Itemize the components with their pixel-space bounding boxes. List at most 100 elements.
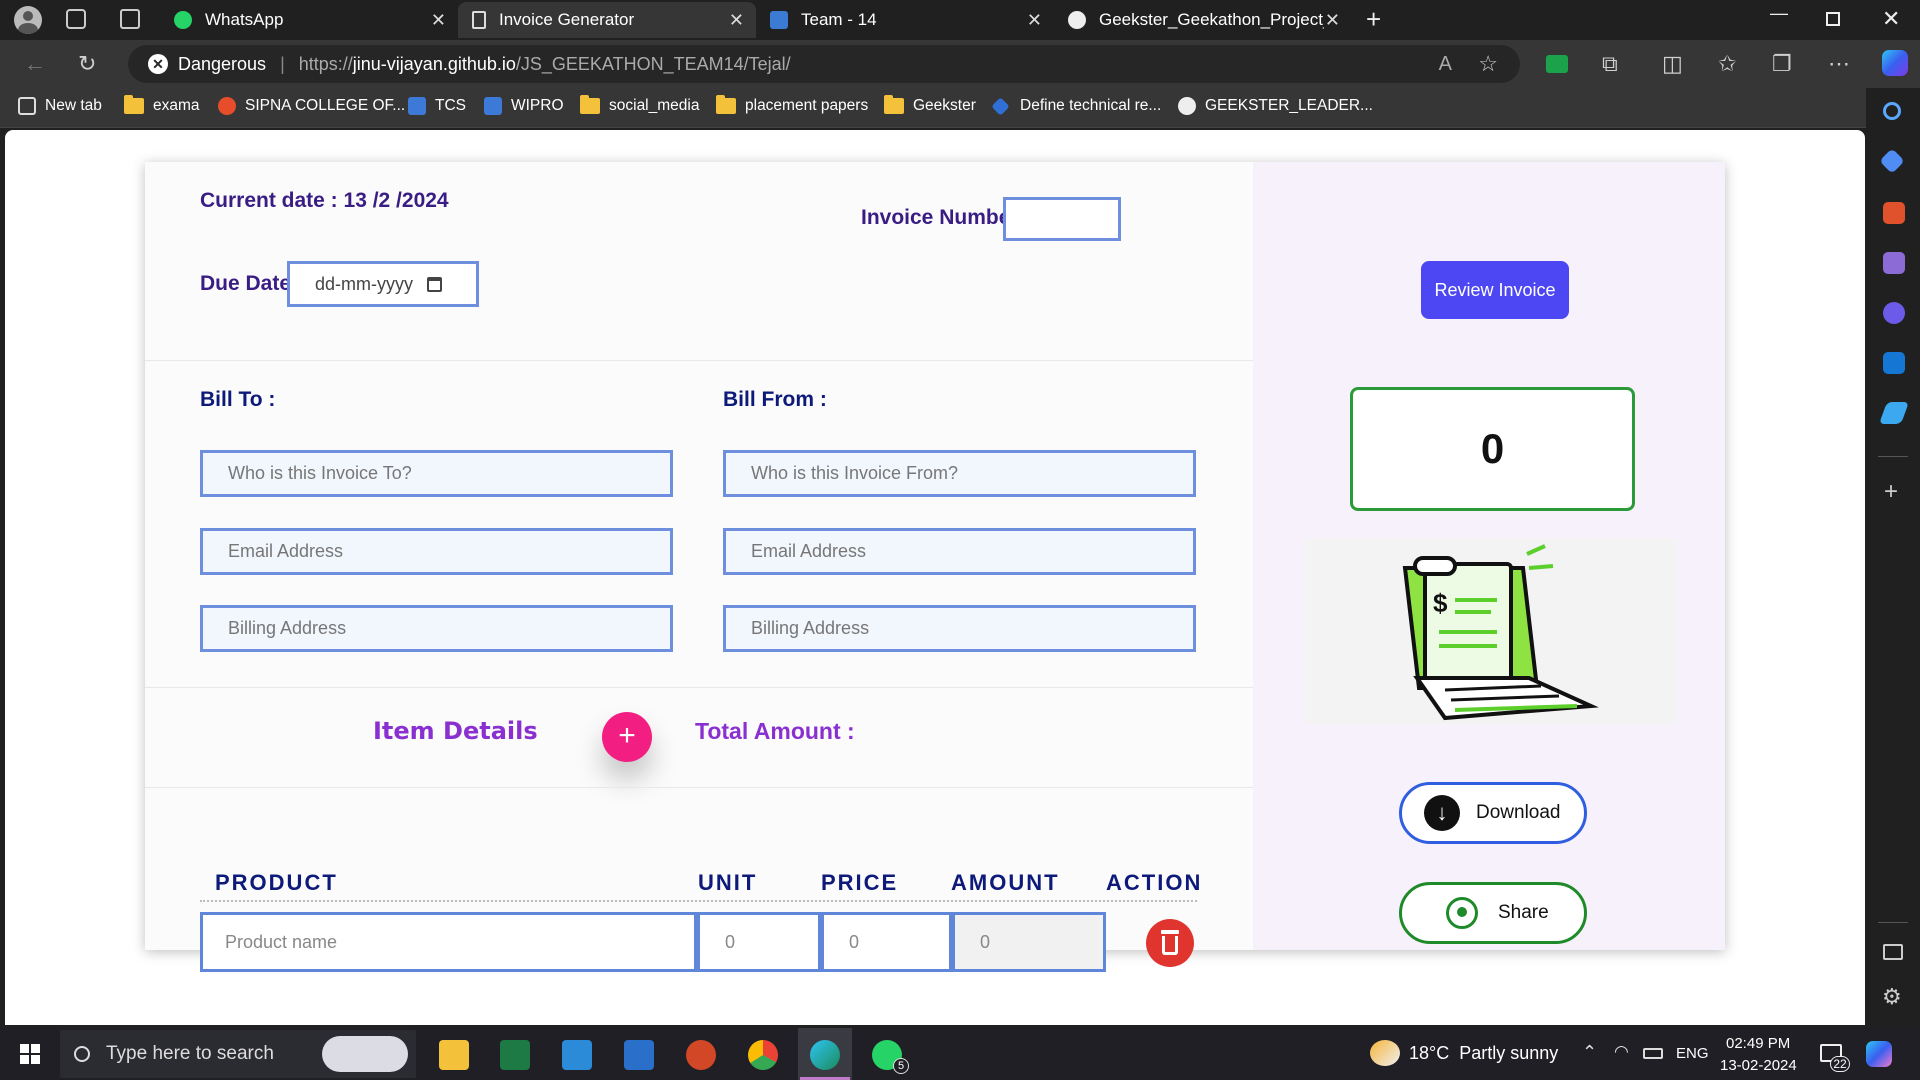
vscode-icon[interactable] xyxy=(562,1040,592,1070)
bookmark-geekster-leader[interactable]: GEEKSTER_LEADER... xyxy=(1178,97,1373,115)
address-bar[interactable]: ✕ Dangerous | https:// jinu-vijayan.gith… xyxy=(128,45,1520,83)
workspaces-icon[interactable] xyxy=(66,9,86,29)
tcs-icon xyxy=(408,97,426,115)
column-price: PRICE xyxy=(821,870,899,895)
vertical-tabs-icon[interactable] xyxy=(120,9,140,29)
bill-from-name-input[interactable]: Who is this Invoice From? xyxy=(723,450,1196,497)
excel-icon[interactable] xyxy=(500,1040,530,1070)
favorite-star-icon[interactable]: ☆ xyxy=(1478,51,1498,77)
file-explorer-icon[interactable] xyxy=(439,1040,469,1070)
printer-extension-icon[interactable] xyxy=(1546,55,1568,73)
tab-team-14[interactable]: Team - 14 ✕ xyxy=(756,2,1054,38)
bookmark-geekster[interactable]: Geekster xyxy=(884,95,976,115)
bookmark-exama[interactable]: exama xyxy=(124,95,200,115)
back-icon[interactable]: ← xyxy=(24,51,46,77)
due-date-input[interactable]: dd-mm-yyyy xyxy=(287,261,479,307)
tab-invoice-generator[interactable]: Invoice Generator ✕ xyxy=(458,2,756,38)
copilot-search-icon[interactable] xyxy=(322,1036,408,1072)
bill-to-label: Bill To : xyxy=(200,388,276,411)
sipna-icon xyxy=(218,97,236,115)
bookmark-new-tab[interactable]: New tab xyxy=(18,97,102,115)
share-button[interactable]: Share xyxy=(1399,882,1587,944)
bookmark-placement-papers[interactable]: placement papers xyxy=(716,95,868,115)
tray-chevron-icon[interactable]: ⌃ xyxy=(1582,1042,1597,1063)
security-status[interactable]: Dangerous xyxy=(178,54,266,75)
weather-icon[interactable] xyxy=(1370,1040,1400,1066)
bookmark-sipna[interactable]: SIPNA COLLEGE OF... xyxy=(218,97,405,115)
extensions-icon[interactable]: ⧉ xyxy=(1602,51,1618,77)
minimize-icon[interactable]: — xyxy=(1770,3,1788,24)
invoice-number-input[interactable] xyxy=(1003,197,1121,241)
windows-start-icon[interactable] xyxy=(20,1044,40,1064)
wipro-icon xyxy=(484,97,502,115)
settings-gear-icon[interactable]: ⚙ xyxy=(1882,984,1902,1010)
price-input[interactable]: 0 xyxy=(821,912,952,972)
invoice-form: Current date : 13 /2 /2024 Invoice Numbe… xyxy=(145,162,1253,972)
battery-icon[interactable] xyxy=(1643,1048,1663,1059)
dev-icon[interactable] xyxy=(624,1040,654,1070)
close-tab-icon[interactable]: ✕ xyxy=(431,10,446,31)
shopping-tag-icon[interactable] xyxy=(1879,148,1905,174)
bill-to-address-input[interactable]: Billing Address xyxy=(200,605,673,652)
profile-avatar-icon[interactable] xyxy=(14,6,42,34)
more-icon[interactable]: ⋯ xyxy=(1828,51,1850,77)
bookmark-define-technical[interactable]: Define technical re... xyxy=(991,96,1161,116)
copilot-sidebar-icon[interactable] xyxy=(1883,302,1905,324)
bill-to-name-input[interactable]: Who is this Invoice To? xyxy=(200,450,673,497)
split-screen-icon[interactable]: ◫ xyxy=(1662,51,1683,77)
favorites-icon[interactable]: ✩ xyxy=(1718,51,1736,77)
send-icon[interactable] xyxy=(1878,402,1910,424)
trash-icon xyxy=(1161,930,1179,934)
tab-whatsapp[interactable]: WhatsApp ✕ xyxy=(160,2,458,38)
download-button[interactable]: ↓ Download xyxy=(1399,782,1587,844)
edge-icon[interactable] xyxy=(810,1040,840,1070)
copilot-taskbar-icon[interactable] xyxy=(1866,1041,1892,1067)
bookmark-tcs[interactable]: TCS xyxy=(408,97,466,115)
clock-time[interactable]: 02:49 PM xyxy=(1726,1035,1790,1052)
close-tab-icon[interactable]: ✕ xyxy=(1325,10,1340,31)
new-tab-icon xyxy=(18,97,36,115)
add-item-button[interactable]: + xyxy=(602,712,652,762)
chrome-icon[interactable] xyxy=(748,1040,778,1070)
weather-text[interactable]: 18°C Partly sunny xyxy=(1409,1043,1558,1064)
close-tab-icon[interactable]: ✕ xyxy=(1027,10,1042,31)
share-label: Share xyxy=(1498,902,1549,923)
delete-row-button[interactable] xyxy=(1146,919,1194,967)
bill-to-email-input[interactable]: Email Address xyxy=(200,528,673,575)
search-placeholder: Type here to search xyxy=(106,1043,274,1064)
close-window-icon[interactable]: ✕ xyxy=(1882,6,1900,32)
due-date-placeholder: dd-mm-yyyy xyxy=(315,273,413,294)
read-aloud-icon[interactable]: A xyxy=(1439,53,1452,76)
taskbar-search-box[interactable]: Type here to search xyxy=(60,1030,416,1078)
unit-input[interactable]: 0 xyxy=(697,912,821,972)
powerpoint-icon[interactable] xyxy=(686,1040,716,1070)
tools-icon[interactable] xyxy=(1883,202,1905,224)
games-icon[interactable] xyxy=(1883,252,1905,274)
add-sidebar-icon[interactable]: + xyxy=(1884,478,1898,506)
restore-icon[interactable] xyxy=(1826,12,1840,26)
collections-icon[interactable]: ❐ xyxy=(1772,51,1792,77)
tab-github-project[interactable]: Geekster_Geekathon_Project_Mc ✕ xyxy=(1054,2,1352,38)
close-tab-icon[interactable]: ✕ xyxy=(729,10,744,31)
bill-from-email-input[interactable]: Email Address xyxy=(723,528,1196,575)
whatsapp-badge: 5 xyxy=(893,1058,909,1074)
danger-icon: ✕ xyxy=(148,54,168,74)
new-tab-button[interactable]: + xyxy=(1366,4,1381,35)
calendar-icon[interactable] xyxy=(427,276,442,292)
bookmark-wipro[interactable]: WIPRO xyxy=(484,97,564,115)
clock-date[interactable]: 13-02-2024 xyxy=(1720,1057,1797,1074)
hide-sidebar-icon[interactable] xyxy=(1883,944,1903,960)
folder-icon xyxy=(124,95,144,114)
bill-from-address-input[interactable]: Billing Address xyxy=(723,605,1196,652)
language-indicator[interactable]: ENG xyxy=(1676,1045,1709,1062)
review-invoice-button[interactable]: Review Invoice xyxy=(1421,261,1569,319)
sidebar-divider xyxy=(1878,922,1908,923)
copilot-icon[interactable] xyxy=(1882,50,1908,76)
product-name-input[interactable]: Product name xyxy=(200,912,697,972)
url-prefix: https:// xyxy=(298,53,353,74)
refresh-icon[interactable]: ↻ xyxy=(78,51,96,77)
bookmark-social-media[interactable]: social_media xyxy=(580,95,699,115)
outlook-icon[interactable] xyxy=(1883,352,1905,374)
wifi-icon[interactable]: ◠ xyxy=(1614,1042,1629,1062)
search-icon[interactable] xyxy=(1883,102,1901,120)
